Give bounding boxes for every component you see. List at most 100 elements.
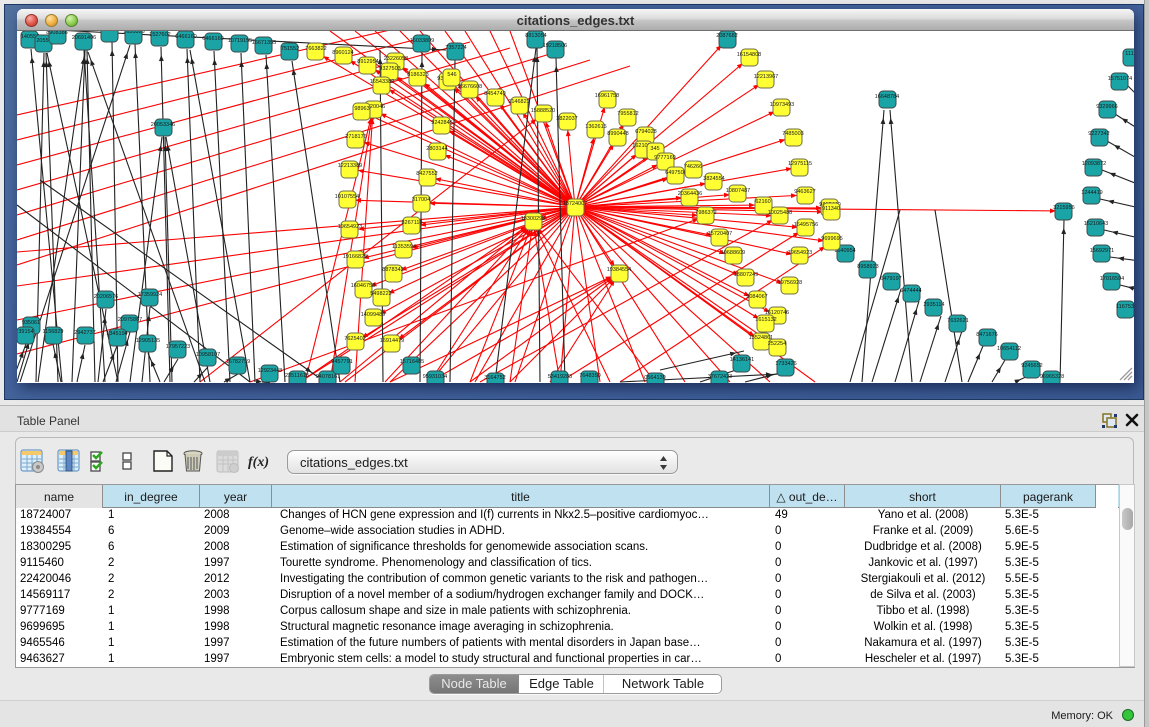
svg-text:935061: 935061 [22, 320, 40, 326]
svg-text:19654923: 19654923 [338, 224, 362, 230]
svg-text:8454749: 8454749 [484, 91, 505, 97]
svg-text:5498222: 5498222 [370, 291, 391, 297]
svg-text:8908386: 8908386 [46, 31, 67, 36]
svg-text:1156829: 1156829 [42, 329, 63, 335]
svg-text:10688609: 10688609 [721, 250, 745, 256]
svg-text:0564139: 0564139 [644, 375, 665, 381]
svg-text:16543382: 16543382 [370, 79, 394, 85]
svg-text:9242845: 9242845 [431, 120, 452, 126]
svg-text:6794028: 6794028 [635, 129, 656, 135]
svg-text:9227342: 9227342 [1088, 131, 1109, 137]
svg-text:8912954: 8912954 [357, 59, 378, 65]
svg-text:10958107: 10958107 [196, 352, 220, 358]
svg-text:39154: 39154 [18, 329, 33, 335]
svg-text:8813054: 8813054 [525, 33, 546, 39]
svg-text:9146821: 9146821 [508, 99, 529, 105]
svg-text:3822037: 3822037 [556, 116, 577, 122]
svg-text:7986372: 7986372 [695, 210, 716, 216]
svg-text:37672423: 37672423 [708, 374, 732, 380]
svg-text:95931034: 95931034 [423, 374, 447, 380]
svg-text:2935114: 2935114 [923, 302, 944, 308]
svg-text:11353594: 11353594 [392, 244, 416, 250]
svg-text:746266: 746266 [684, 164, 702, 170]
svg-text:3164752: 3164752 [484, 375, 505, 381]
svg-text:9457791: 9457791 [331, 359, 352, 365]
svg-text:9463627: 9463627 [794, 189, 815, 195]
svg-text:16495756: 16495756 [794, 222, 818, 228]
svg-text:9699695: 9699695 [821, 236, 842, 242]
svg-text:17016504: 17016504 [1100, 276, 1124, 282]
svg-text:7648350: 7648350 [579, 373, 600, 379]
svg-text:23226058: 23226058 [384, 56, 408, 62]
svg-text:1527602: 1527602 [149, 32, 170, 38]
svg-text:18300295: 18300295 [521, 216, 545, 222]
svg-text:751552: 751552 [281, 46, 299, 52]
svg-text:16046758: 16046758 [351, 283, 375, 289]
svg-text:10025488: 10025488 [768, 210, 792, 216]
svg-text:2942737: 2942737 [74, 330, 95, 336]
svg-text:1362615: 1362615 [585, 124, 606, 130]
svg-text:7940265: 7940265 [99, 31, 120, 33]
svg-text:1112: 1112 [1125, 51, 1134, 57]
svg-text:345: 345 [650, 146, 659, 152]
svg-text:f(x): f(x) [248, 455, 269, 470]
svg-text:96965328: 96965328 [1040, 374, 1064, 380]
svg-text:911340: 911340 [822, 206, 840, 212]
svg-text:19218506: 19218506 [543, 43, 567, 49]
svg-text:16671355: 16671355 [252, 40, 276, 46]
svg-text:8471676: 8471676 [976, 332, 997, 338]
svg-text:1244419: 1244419 [1081, 190, 1102, 196]
svg-text:10107554: 10107554 [335, 194, 359, 200]
svg-text:19756928: 19756928 [778, 280, 802, 286]
svg-text:2718176: 2718176 [345, 134, 366, 140]
svg-text:6479197: 6479197 [880, 276, 901, 282]
svg-text:10654112: 10654112 [997, 346, 1021, 352]
svg-text:19166825: 19166825 [343, 254, 367, 260]
svg-text:10973493: 10973493 [770, 102, 794, 108]
svg-text:3824554: 3824554 [703, 176, 724, 182]
svg-text:7632621: 7632621 [947, 318, 968, 324]
svg-text:12975115: 12975115 [788, 161, 812, 167]
svg-text:8990448: 8990448 [607, 131, 628, 137]
svg-text:53419283: 53419283 [548, 374, 572, 380]
svg-text:17957223: 17957223 [166, 344, 190, 350]
svg-text:19654923: 19654923 [788, 250, 812, 256]
svg-text:20691406: 20691406 [72, 35, 96, 41]
svg-text:19384554: 19384554 [607, 267, 631, 273]
svg-text:6466160: 6466160 [202, 36, 223, 42]
svg-text:1615132: 1615132 [755, 317, 776, 323]
svg-text:1655326: 1655326 [123, 31, 144, 35]
svg-text:16914479: 16914479 [380, 338, 404, 344]
svg-text:9327503: 9327503 [379, 66, 400, 72]
svg-text:16154808: 16154808 [737, 52, 761, 58]
svg-text:8186323: 8186323 [407, 72, 428, 78]
svg-text:15692971: 15692971 [1090, 248, 1114, 254]
svg-text:16961758: 16961758 [595, 93, 619, 99]
svg-text:16210643: 16210643 [1084, 221, 1108, 227]
svg-text:7663822: 7663822 [305, 46, 326, 52]
svg-text:2803144: 2803144 [426, 146, 447, 152]
svg-text:12923448: 12923448 [258, 368, 282, 374]
svg-text:10807487: 10807487 [726, 188, 750, 194]
svg-text:98963: 98963 [354, 106, 369, 112]
svg-text:7625402: 7625402 [344, 336, 365, 342]
svg-text:9474444: 9474444 [900, 288, 921, 294]
svg-text:16648784: 16648784 [875, 94, 899, 100]
svg-text:15751074: 15751074 [1108, 76, 1132, 82]
svg-text:9329966: 9329966 [1096, 104, 1117, 110]
svg-text:23511615: 23511615 [285, 373, 309, 379]
svg-text:14136141: 14136141 [730, 357, 754, 363]
svg-text:20975867: 20975867 [118, 317, 142, 323]
svg-text:94078161: 94078161 [316, 374, 340, 380]
svg-text:18807249: 18807249 [734, 272, 758, 278]
svg-text:6497508: 6497508 [665, 170, 686, 176]
svg-text:116753: 116753 [1116, 304, 1134, 310]
svg-text:1345194: 1345194 [106, 331, 127, 337]
svg-text:12213967: 12213967 [754, 74, 778, 80]
svg-text:252254: 252254 [768, 341, 786, 347]
svg-text:12093872: 12093872 [1082, 161, 1106, 167]
svg-text:15716485: 15716485 [400, 359, 424, 365]
svg-text:8427552: 8427552 [416, 171, 437, 177]
svg-text:9245652: 9245652 [1021, 363, 1042, 369]
svg-text:16782759: 16782759 [226, 359, 250, 365]
